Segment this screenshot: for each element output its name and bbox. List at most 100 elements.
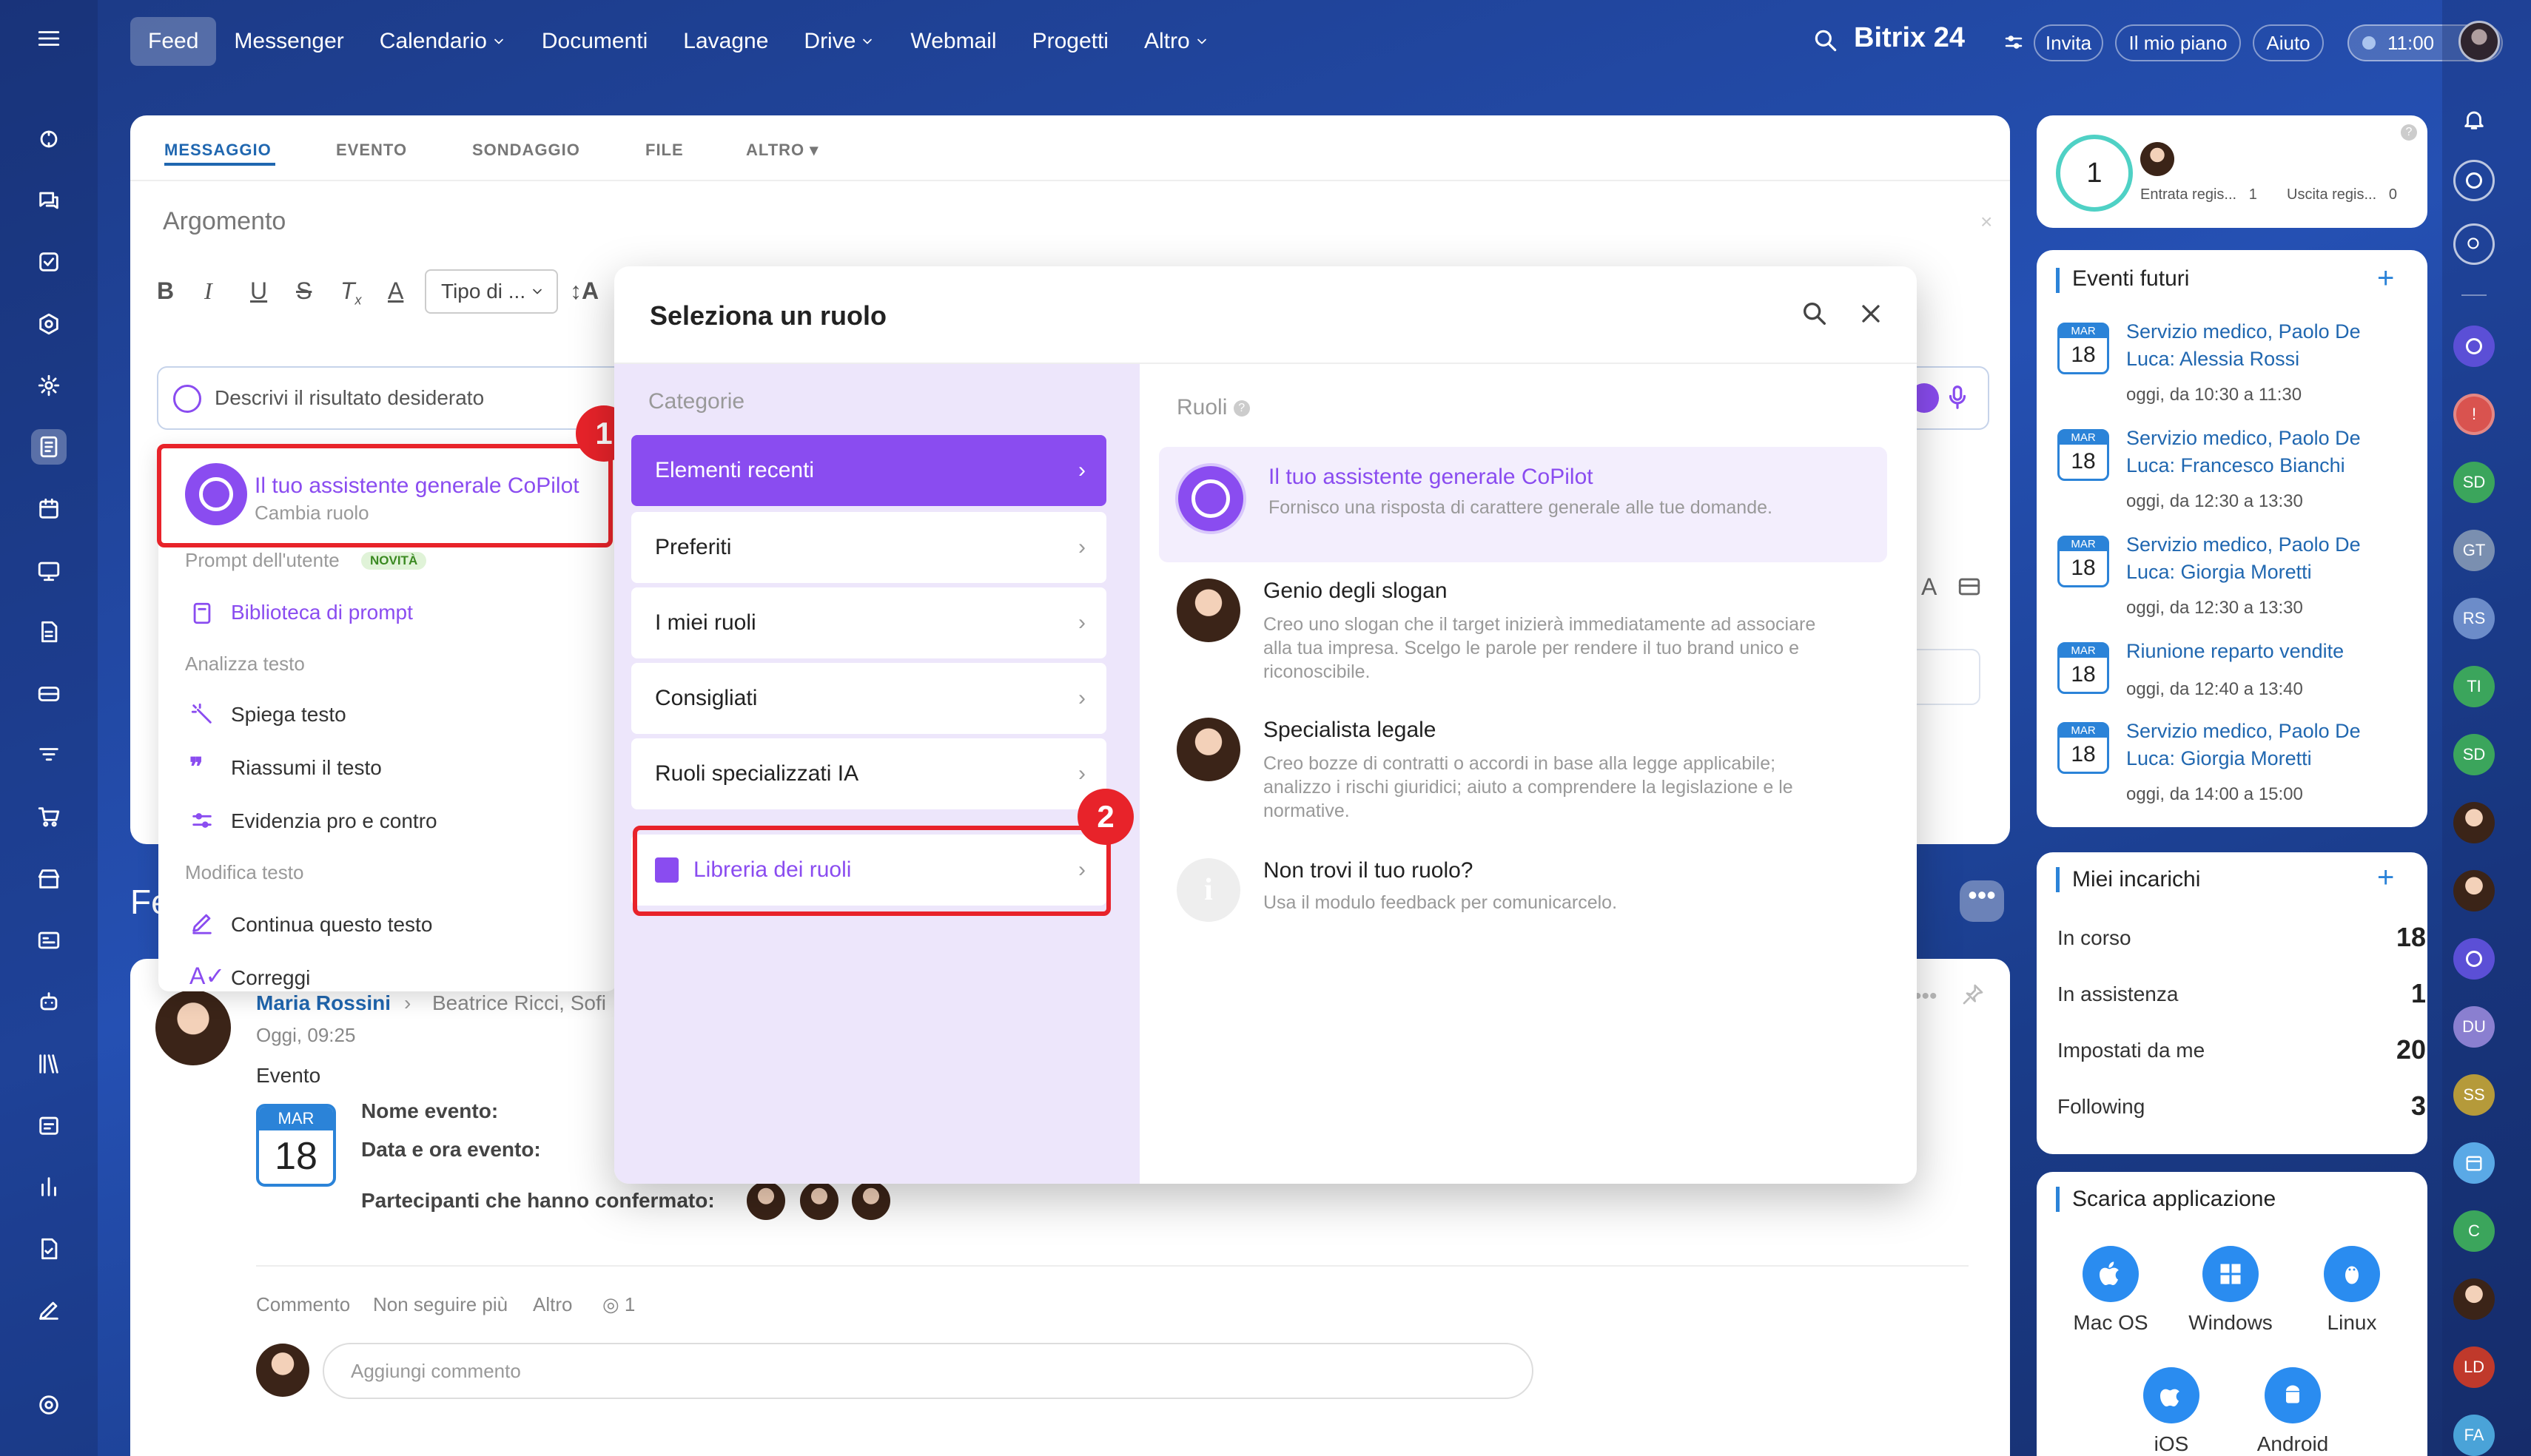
drive-icon[interactable] — [31, 676, 67, 712]
tasks-icon[interactable] — [31, 244, 67, 280]
explain-text-item[interactable]: Spiega testo — [231, 703, 346, 727]
alert-badge-icon[interactable]: ! — [2453, 394, 2495, 435]
nav-progetti[interactable]: Progetti — [1015, 17, 1126, 66]
notifications-bell-icon[interactable] — [2453, 99, 2495, 141]
category-preferiti[interactable]: Preferiti › — [631, 512, 1106, 583]
more-link[interactable]: Altro — [533, 1293, 572, 1316]
italic-button[interactable]: I — [204, 277, 212, 305]
app-macos[interactable]: Mac OS — [2051, 1246, 2170, 1335]
font-size-button[interactable]: ↕A — [570, 277, 599, 305]
task-count[interactable]: 1 — [2411, 978, 2426, 1009]
participant-avatar[interactable] — [798, 1179, 841, 1222]
post-author-avatar[interactable] — [155, 990, 231, 1065]
event-title-link[interactable]: Servizio medico, Paolo De Luca: Giorgia … — [2126, 531, 2400, 586]
category-specializzati[interactable]: Ruoli specializzati IA › — [631, 738, 1106, 809]
copilot-badge-icon[interactable] — [2453, 326, 2495, 367]
app-ios[interactable]: iOS — [2112, 1367, 2231, 1456]
pros-cons-item[interactable]: Evidenzia pro e contro — [231, 809, 437, 833]
task-label[interactable]: In assistenza — [2057, 983, 2178, 1006]
role-title-slogan[interactable]: Genio degli slogan — [1263, 579, 1448, 604]
task-count[interactable]: 3 — [2411, 1091, 2426, 1122]
subject-input[interactable]: Argomento — [163, 207, 286, 236]
chat-avatar[interactable] — [2453, 870, 2495, 911]
settings-sliders-icon[interactable] — [2003, 31, 2025, 57]
strikethrough-button[interactable]: S — [296, 277, 312, 305]
bold-button[interactable]: B — [157, 277, 174, 305]
timeman-counter[interactable]: 1 — [2056, 135, 2133, 212]
feed-more-button[interactable]: ••• — [1960, 880, 2004, 922]
store-icon[interactable] — [31, 861, 67, 897]
shop-icon[interactable] — [31, 799, 67, 835]
tab-file[interactable]: FILE — [645, 141, 684, 160]
post-time[interactable]: Oggi, 09:25 — [256, 1024, 355, 1047]
event-title-link[interactable]: Servizio medico, Paolo De Luca: Francesc… — [2126, 425, 2400, 479]
task-label[interactable]: In corso — [2057, 926, 2131, 950]
sites-icon[interactable] — [31, 553, 67, 588]
pin-icon[interactable] — [1961, 983, 1985, 1010]
contact-center-icon[interactable] — [31, 923, 67, 958]
post-author-link[interactable]: Maria Rossini — [256, 991, 391, 1015]
chat-badge-c[interactable]: C — [2453, 1210, 2495, 1252]
hamburger-menu-icon[interactable] — [31, 21, 67, 56]
unfollow-link[interactable]: Non seguire più — [373, 1293, 508, 1316]
font-style-select[interactable]: Tipo di ... — [425, 269, 558, 314]
calendar-badge-icon[interactable] — [2453, 1142, 2495, 1184]
task-label[interactable]: Impostati da me — [2057, 1039, 2205, 1062]
task-label[interactable]: Following — [2057, 1095, 2145, 1119]
timeman-help-icon[interactable]: ? — [2401, 124, 2417, 141]
tab-sondaggio[interactable]: SONDAGGIO — [472, 141, 580, 160]
event-title-link[interactable]: Servizio medico, Paolo De Luca: Giorgia … — [2126, 718, 2400, 772]
continue-text-item[interactable]: Continua questo testo — [231, 913, 432, 937]
forms-icon[interactable] — [31, 1231, 67, 1267]
chat-badge-ti[interactable]: TI — [2453, 666, 2495, 707]
category-consigliati[interactable]: Consigliati › — [631, 663, 1106, 734]
help-icon[interactable]: ? — [1233, 400, 1250, 417]
dialog-search-icon[interactable] — [1800, 299, 1829, 332]
documents-icon[interactable] — [31, 614, 67, 650]
copilot-chat-icon[interactable] — [2453, 160, 2495, 201]
chat-badge-sd[interactable]: SD — [2453, 462, 2495, 503]
add-event-icon[interactable]: + — [2377, 262, 2394, 295]
close-subject-icon[interactable]: × — [1980, 210, 1992, 234]
app-windows[interactable]: Windows — [2171, 1246, 2290, 1335]
settings-gear-icon[interactable] — [31, 1387, 67, 1423]
search-chat-icon[interactable] — [2453, 223, 2495, 265]
nav-drive[interactable]: Drive — [786, 17, 893, 66]
crm-icon[interactable] — [31, 306, 67, 342]
chat-badge-rs[interactable]: RS — [2453, 598, 2495, 639]
event-title-link[interactable]: Riunione reparto vendite — [2126, 638, 2400, 665]
correct-item[interactable]: Correggi — [231, 966, 310, 990]
nav-lavagne[interactable]: Lavagne — [665, 17, 786, 66]
task-count[interactable]: 20 — [2396, 1034, 2426, 1065]
chat-badge-sd2[interactable]: SD — [2453, 734, 2495, 775]
nav-calendario[interactable]: Calendario — [362, 17, 524, 66]
search-icon[interactable] — [1812, 27, 1840, 58]
summarize-item[interactable]: Riassumi il testo — [231, 756, 382, 780]
tab-evento[interactable]: EVENTO — [336, 141, 407, 160]
nav-webmail[interactable]: Webmail — [893, 17, 1014, 66]
table-icon[interactable] — [1957, 574, 1982, 603]
add-task-icon[interactable]: + — [2377, 861, 2394, 894]
sign-icon[interactable] — [31, 1292, 67, 1328]
knowledge-icon[interactable] — [31, 1046, 67, 1082]
chat-badge-gt[interactable]: GT — [2453, 530, 2495, 571]
post-menu-icon[interactable]: ••• — [1914, 984, 1937, 1009]
tab-messaggio[interactable]: MESSAGGIO — [164, 141, 272, 160]
event-title-link[interactable]: Servizio medico, Paolo De Luca: Alessia … — [2126, 318, 2400, 373]
tab-altro[interactable]: ALTRO ▾ — [746, 141, 819, 160]
comment-input[interactable]: Aggiungi commento — [323, 1343, 1533, 1399]
role-title-legal[interactable]: Specialista legale — [1263, 718, 1436, 743]
nav-altro[interactable]: Altro — [1126, 17, 1227, 66]
chat-avatar[interactable] — [2453, 1278, 2495, 1320]
help-button[interactable]: Aiuto — [2253, 24, 2324, 61]
task-count[interactable]: 18 — [2396, 922, 2426, 953]
nav-feed[interactable]: Feed — [130, 17, 217, 66]
chat-badge-du[interactable]: DU — [2453, 1006, 2495, 1048]
filter-icon[interactable] — [31, 738, 67, 773]
nav-messenger[interactable]: Messenger — [216, 17, 361, 66]
robot-icon[interactable] — [31, 984, 67, 1019]
nav-documenti[interactable]: Documenti — [524, 17, 665, 66]
text-color-button[interactable]: A — [388, 277, 403, 305]
microphone-icon[interactable] — [1943, 383, 1972, 415]
analytics-icon[interactable] — [31, 1169, 67, 1204]
